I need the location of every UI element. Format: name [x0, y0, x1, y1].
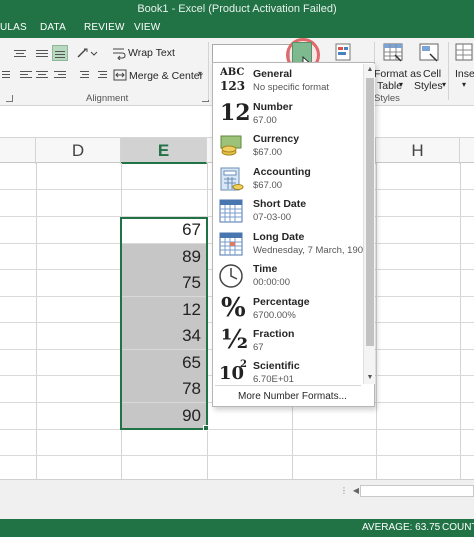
percentage-icon: % — [221, 293, 246, 323]
column-header-d[interactable]: D — [36, 138, 121, 164]
orientation-icon[interactable] — [76, 46, 100, 60]
status-count: COUNT: 8 — [442, 522, 474, 533]
cell-e7[interactable]: 78 — [121, 376, 207, 402]
column-header-i[interactable] — [460, 138, 474, 164]
wrap-text-icon[interactable] — [112, 46, 126, 61]
insert-label[interactable]: Inser — [455, 68, 474, 80]
scroll-down-icon[interactable]: ▼ — [364, 372, 376, 384]
menu-item-percentage[interactable]: % Percentage 6700.00% — [213, 293, 363, 325]
column-header-e[interactable]: E — [121, 138, 207, 164]
title-bar: Book1 - Excel (Product Activation Failed… — [0, 0, 474, 18]
ribbon-tabs: ULAS DATA REVIEW VIEW — [0, 18, 474, 38]
menu-separator — [215, 385, 361, 386]
column-header-h[interactable]: H — [376, 138, 460, 164]
grid-line — [36, 163, 37, 479]
wrap-text-button[interactable]: Wrap Text — [128, 47, 175, 59]
menu-item-long-date[interactable]: Long Date Wednesday, 7 March, 1900 — [213, 228, 368, 260]
format-as-table-icon[interactable] — [382, 42, 404, 64]
number-format-icon: 12 — [220, 100, 251, 126]
time-icon — [217, 262, 247, 290]
format-as-table-label-1[interactable]: Format as — [374, 68, 421, 80]
chevron-down-icon[interactable]: ▾ — [198, 69, 202, 78]
fill-handle[interactable] — [203, 425, 209, 431]
more-number-formats-link[interactable]: More Number Formats... — [238, 391, 347, 402]
column-header-c[interactable] — [0, 138, 36, 164]
menu-item-accounting[interactable]: Accounting $67.00 — [213, 163, 363, 195]
top-align-icon[interactable] — [14, 48, 28, 60]
group-separator — [448, 42, 449, 100]
menu-scrollbar[interactable]: ▲ ▼ — [363, 64, 375, 384]
cell-e8[interactable]: 90 — [121, 403, 207, 429]
styles-group-label: Styles — [374, 93, 400, 104]
number-format-menu[interactable]: ABC 123 General No specific format 12 Nu… — [212, 62, 375, 407]
short-date-icon — [217, 197, 247, 225]
tab-data[interactable]: DATA — [40, 22, 66, 33]
cell-e2[interactable]: 89 — [121, 244, 207, 270]
horizontal-scroll-area: ◀ ⋮ — [0, 479, 474, 519]
merge-center-icon[interactable] — [113, 68, 127, 82]
cell-styles-label-2[interactable]: Styles — [414, 80, 443, 92]
tab-formulas[interactable]: ULAS — [0, 22, 27, 33]
cell-styles-label-1[interactable]: Cell — [423, 68, 441, 80]
align-center-icon[interactable] — [2, 69, 12, 81]
dialog-launcher-icon[interactable] — [6, 95, 13, 102]
tab-review[interactable]: REVIEW — [84, 22, 125, 33]
accounting-format-icon — [217, 165, 247, 193]
horizontal-scrollbar[interactable] — [360, 485, 474, 497]
chevron-down-icon[interactable]: ▾ — [399, 80, 403, 89]
menu-item-time[interactable]: Time 00:00:00 — [213, 260, 363, 292]
chevron-down-icon[interactable]: ▾ — [462, 80, 466, 89]
insert-cells-icon[interactable] — [454, 42, 474, 64]
currency-format-icon — [217, 132, 247, 160]
grid-line — [0, 455, 474, 456]
grid-line — [0, 429, 474, 430]
cell-e4[interactable]: 12 — [121, 297, 207, 323]
tab-view[interactable]: VIEW — [134, 22, 160, 33]
menu-item-number[interactable]: 12 Number 67.00 — [213, 98, 363, 130]
cell-styles-icon[interactable] — [418, 42, 440, 64]
menu-item-general[interactable]: ABC 123 General No specific format — [213, 65, 363, 97]
grid-line — [207, 163, 208, 479]
menu-item-fraction[interactable]: ½ Fraction 67 — [213, 325, 363, 357]
window-title: Book1 - Excel (Product Activation Failed… — [137, 3, 337, 15]
general-format-icon: ABC 123 — [220, 67, 246, 93]
chevron-down-icon[interactable]: ▾ — [442, 80, 446, 89]
scroll-up-icon[interactable]: ▲ — [364, 64, 376, 76]
group-separator — [208, 42, 209, 100]
fraction-icon: ½ — [221, 325, 249, 355]
decrease-indent-icon[interactable] — [76, 69, 90, 81]
menu-scroll-thumb[interactable] — [366, 78, 374, 346]
grid-line — [460, 163, 461, 479]
bottom-align-icon[interactable] — [52, 45, 68, 61]
align-middle-icon[interactable] — [36, 69, 50, 81]
cell-e6[interactable]: 65 — [121, 350, 207, 376]
long-date-icon — [217, 230, 247, 258]
menu-item-currency[interactable]: Currency $67.00 — [213, 130, 363, 162]
alignment-group-label: Alignment — [86, 93, 129, 104]
align-left-icon[interactable] — [20, 69, 34, 81]
grid-line — [376, 163, 377, 479]
scientific-icon: 10 2 — [219, 359, 247, 384]
menu-item-short-date[interactable]: Short Date 07-03-00 — [213, 195, 363, 227]
increase-indent-icon[interactable] — [94, 69, 108, 81]
align-right-icon[interactable] — [54, 69, 68, 81]
cell-e3[interactable]: 75 — [121, 270, 207, 296]
middle-align-icon[interactable] — [36, 48, 50, 60]
merge-center-button[interactable]: Merge & Center — [129, 70, 203, 82]
conditional-formatting-icon[interactable] — [334, 42, 356, 64]
status-average: AVERAGE: 63.75 — [362, 522, 441, 533]
cell-e1[interactable]: 67 — [121, 217, 207, 243]
cell-e5[interactable]: 34 — [121, 323, 207, 349]
number-format-input[interactable] — [212, 44, 290, 64]
sheet-options-icon[interactable]: ⋮ — [338, 484, 350, 498]
status-bar: AVERAGE: 63.75 COUNT: 8 — [0, 519, 474, 537]
